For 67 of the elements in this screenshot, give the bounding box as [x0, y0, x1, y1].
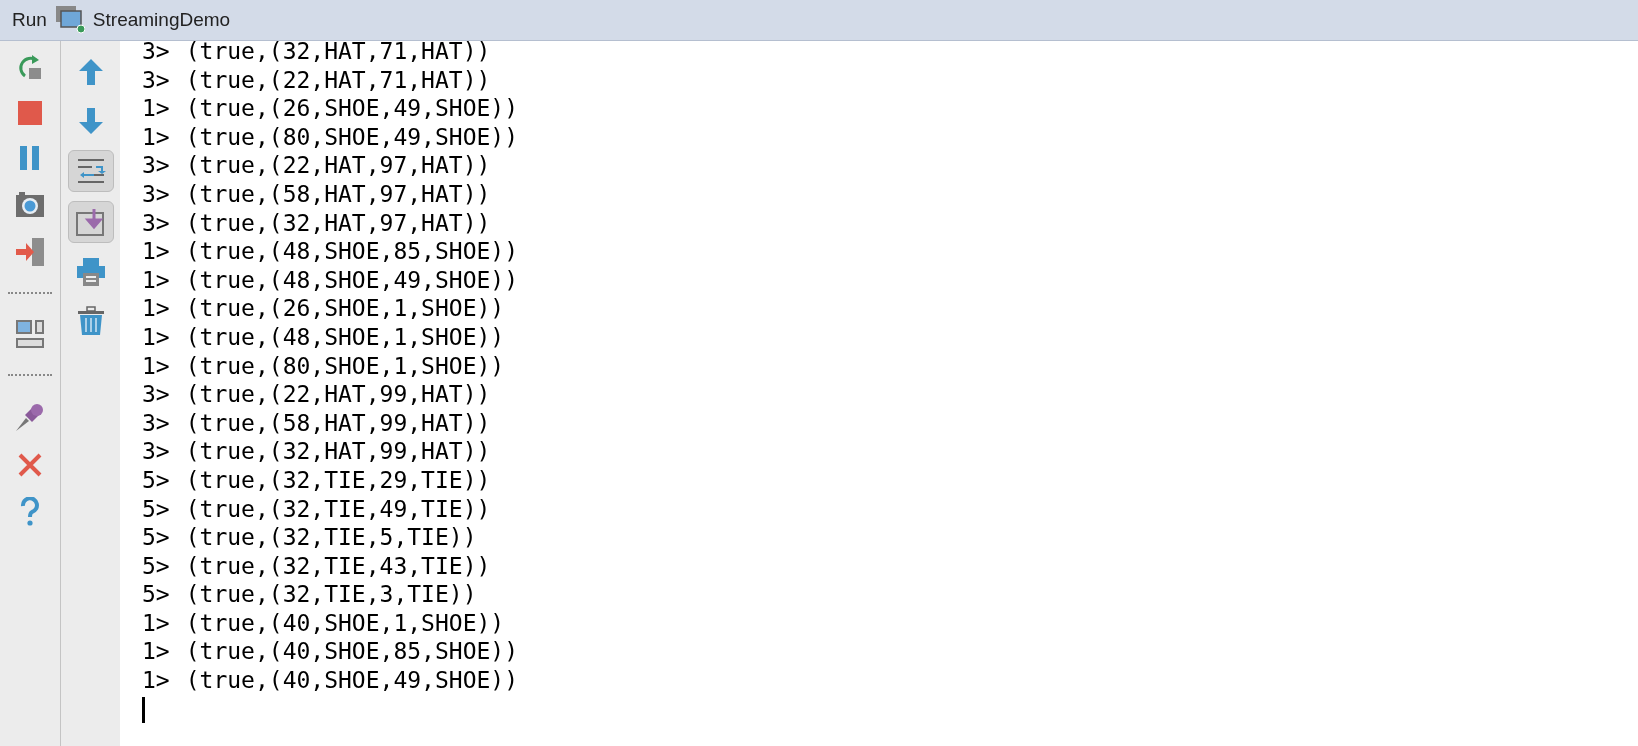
console-line: (true,(48,SHOE,85,SHOE)): [185, 237, 519, 266]
thread-prefix: 5>: [142, 465, 170, 495]
console-line: (true,(26,SHOE,1,SHOE)): [185, 294, 505, 323]
thread-prefix: 5>: [142, 580, 170, 609]
toolbar-toggle-button[interactable]: [67, 150, 114, 192]
down-arrow-icon[interactable]: [77, 107, 104, 135]
console-line: (true,(58,HAT,97,HAT)): [185, 179, 491, 209]
stop-icon[interactable]: [17, 100, 43, 126]
thread-prefix: 5>: [142, 494, 170, 524]
thread-prefix: 1>: [142, 122, 170, 152]
thread-prefix: 5>: [142, 551, 170, 581]
thread-prefix: 1>: [142, 294, 170, 323]
console-line: (true,(80,SHOE,49,SHOE)): [185, 122, 519, 152]
thread-prefix: 5>: [142, 523, 170, 552]
help-icon[interactable]: [20, 497, 40, 527]
console-line: (true,(32,TIE,49,TIE)): [185, 494, 491, 524]
thread-prefix: 1>: [142, 666, 170, 695]
thread-prefix: 3>: [142, 408, 170, 438]
thread-prefix: 3>: [142, 380, 170, 409]
thread-prefix: 1>: [142, 265, 170, 295]
thread-prefix: 1>: [142, 237, 170, 266]
exit-door-icon[interactable]: [14, 237, 46, 267]
console-line: (true,(32,TIE,5,TIE)): [185, 523, 477, 552]
pin-icon[interactable]: [14, 401, 46, 433]
console-line: (true,(80,SHOE,1,SHOE)): [185, 351, 505, 381]
configuration-name: StreamingDemo: [92, 7, 231, 32]
window-icon: [54, 5, 85, 35]
camera-icon[interactable]: [15, 190, 45, 218]
thread-prefix: 1>: [142, 637, 170, 667]
thread-prefix: 3>: [142, 179, 170, 209]
thread-prefix: 3>: [142, 37, 170, 66]
console-line: (true,(48,SHOE,1,SHOE)): [185, 322, 505, 352]
console-line: (true,(22,HAT,97,HAT)): [185, 151, 491, 180]
console-line: (true,(26,SHOE,49,SHOE)): [185, 94, 519, 123]
rerun-icon[interactable]: [16, 53, 44, 81]
console-line: (true,(40,SHOE,1,SHOE)): [185, 608, 505, 638]
console-line: (true,(32,TIE,3,TIE)): [185, 580, 477, 609]
soft-wrap-icon: [75, 157, 106, 185]
up-arrow-icon[interactable]: [77, 58, 104, 86]
console-line: (true,(58,HAT,99,HAT)): [185, 408, 491, 438]
thread-prefix: 1>: [142, 608, 170, 638]
console-line: (true,(22,HAT,71,HAT)): [185, 65, 491, 95]
thread-prefix: 1>: [142, 94, 170, 123]
console-line: (true,(22,HAT,99,HAT)): [185, 380, 491, 409]
toolbar-toggle-button[interactable]: [67, 201, 114, 243]
console-line: (true,(32,TIE,29,TIE)): [185, 465, 491, 495]
scroll-to-end-icon: [75, 208, 106, 236]
console-line: (true,(32,HAT,97,HAT)): [185, 208, 491, 238]
layout-icon[interactable]: [15, 319, 45, 349]
pause-icon[interactable]: [18, 145, 42, 171]
close-icon[interactable]: [17, 452, 43, 478]
thread-prefix: 3>: [142, 65, 170, 95]
printer-icon[interactable]: [75, 257, 106, 287]
console-line: (true,(48,SHOE,49,SHOE)): [185, 265, 519, 295]
thread-prefix: 1>: [142, 351, 170, 381]
console-line: (true,(40,SHOE,49,SHOE)): [185, 666, 519, 695]
tool-window-title: Run: [12, 7, 47, 32]
text-cursor: [142, 696, 145, 723]
console-line: (true,(40,SHOE,85,SHOE)): [185, 637, 519, 667]
thread-prefix: 1>: [142, 322, 170, 352]
thread-prefix: 3>: [142, 437, 170, 466]
thread-prefix: 3>: [142, 151, 170, 180]
console-line: (true,(32,HAT,99,HAT)): [185, 437, 491, 466]
trash-icon[interactable]: [76, 306, 105, 336]
thread-prefix: 3>: [142, 208, 170, 238]
console-line: (true,(32,TIE,43,TIE)): [185, 551, 491, 581]
console-line: (true,(32,HAT,71,HAT)): [185, 37, 491, 66]
